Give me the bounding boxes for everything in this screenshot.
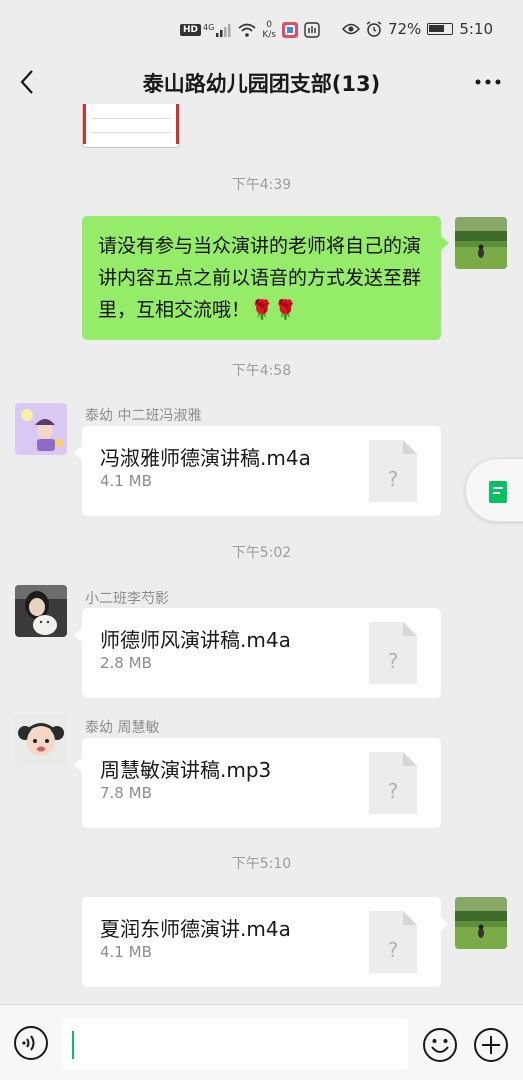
eye-icon [341,23,360,35]
message-list[interactable]: 下午4:39 请没有参与当众演讲的老师将自己的演讲内容五点之前以语音的方式发送至… [0,104,523,1004]
avatar-image [15,585,67,637]
net-speed-unit: K/s [262,30,276,40]
sender-avatar[interactable] [15,585,67,637]
file-message[interactable]: 师德师风演讲稿.m4a 2.8 MB ? [74,608,441,698]
status-left-icons: HD 4G 0 K/s [180,20,320,40]
sender-avatar[interactable] [15,403,67,455]
my-file-message[interactable]: 夏润东师德演讲.m4a 4.1 MB ? [82,897,449,987]
file-size: 4.1 MB [100,472,152,490]
unknown-file-icon: ? [369,752,417,814]
hd-badge: HD [180,24,202,36]
input-bar [0,1004,523,1080]
file-size: 4.1 MB [100,943,152,961]
sender-avatar[interactable] [15,715,67,767]
voice-mode-icon[interactable] [13,1025,49,1061]
battery-percent: 72% [387,20,422,38]
image-edge [176,104,179,144]
my-text-message[interactable]: 请没有参与当众演讲的老师将自己的演讲内容五点之前以语音的方式发送至群里，互相交流… [82,216,449,340]
file-icon-glyph: ? [388,467,399,491]
file-icon-glyph: ? [388,779,399,803]
status-bar: HD 4G 0 K/s 72% 5:10 [0,0,523,60]
avatar-image [455,217,507,269]
sender-name: 泰幼 中二班冯淑雅 [85,408,202,424]
document-icon [489,481,507,503]
image-divider [91,132,171,133]
more-button[interactable] [471,68,505,96]
wifi-icon [238,23,256,37]
timestamp: 下午4:58 [231,363,292,379]
timestamp: 下午5:02 [231,545,292,561]
signal-icon [216,24,231,37]
net-speed-value: 0 [266,20,272,30]
unknown-file-icon: ? [369,440,417,502]
avatar-image [15,715,67,767]
my-avatar[interactable] [455,217,507,269]
file-message[interactable]: 冯淑雅师德演讲稿.m4a 4.1 MB ? [74,426,441,516]
avatar-image [15,403,67,455]
file-name: 夏润东师德演讲.m4a [100,917,291,941]
timestamp: 下午5:10 [231,856,292,872]
chat-title: 泰山路幼儿园团支部(13) [142,72,381,96]
file-icon-glyph: ? [388,938,399,962]
image-divider [91,118,171,119]
sender-name: 小二班李芍影 [85,591,169,607]
file-size: 2.8 MB [100,654,152,672]
text-cursor [72,1031,74,1059]
image-edge [83,104,86,144]
timestamp: 下午4:39 [231,177,292,193]
my-avatar[interactable] [455,897,507,949]
network-type: 4G [203,22,215,32]
plus-icon[interactable] [473,1027,509,1063]
alarm-icon [366,21,382,37]
unknown-file-icon: ? [369,911,417,973]
sender-name: 泰幼 周慧敏 [85,720,160,736]
file-name: 师德师风演讲稿.m4a [100,628,291,652]
unknown-file-icon: ? [369,622,417,684]
file-message[interactable]: 周慧敏演讲稿.mp3 7.8 MB ? [74,738,441,828]
clock: 5:10 [459,20,493,38]
file-icon-glyph: ? [388,649,399,673]
floating-document-button[interactable] [465,458,523,522]
emoji-icon[interactable] [422,1027,458,1063]
message-input[interactable] [62,1018,408,1070]
file-size: 7.8 MB [100,784,152,802]
image-message-thumbnail[interactable] [82,104,180,148]
more-dots-icon [475,79,501,85]
chat-header: 泰山路幼儿园团支部(13) [0,60,523,104]
net-speed: 0 K/s [262,20,276,40]
file-name: 周慧敏演讲稿.mp3 [100,758,272,782]
status-right-icons: 72% 5:10 [341,20,493,38]
battery-icon [427,23,454,35]
file-name: 冯淑雅师德演讲稿.m4a [100,446,311,470]
avatar-image [455,897,507,949]
app-notification-icon [281,22,298,38]
permission-icon [304,22,320,38]
